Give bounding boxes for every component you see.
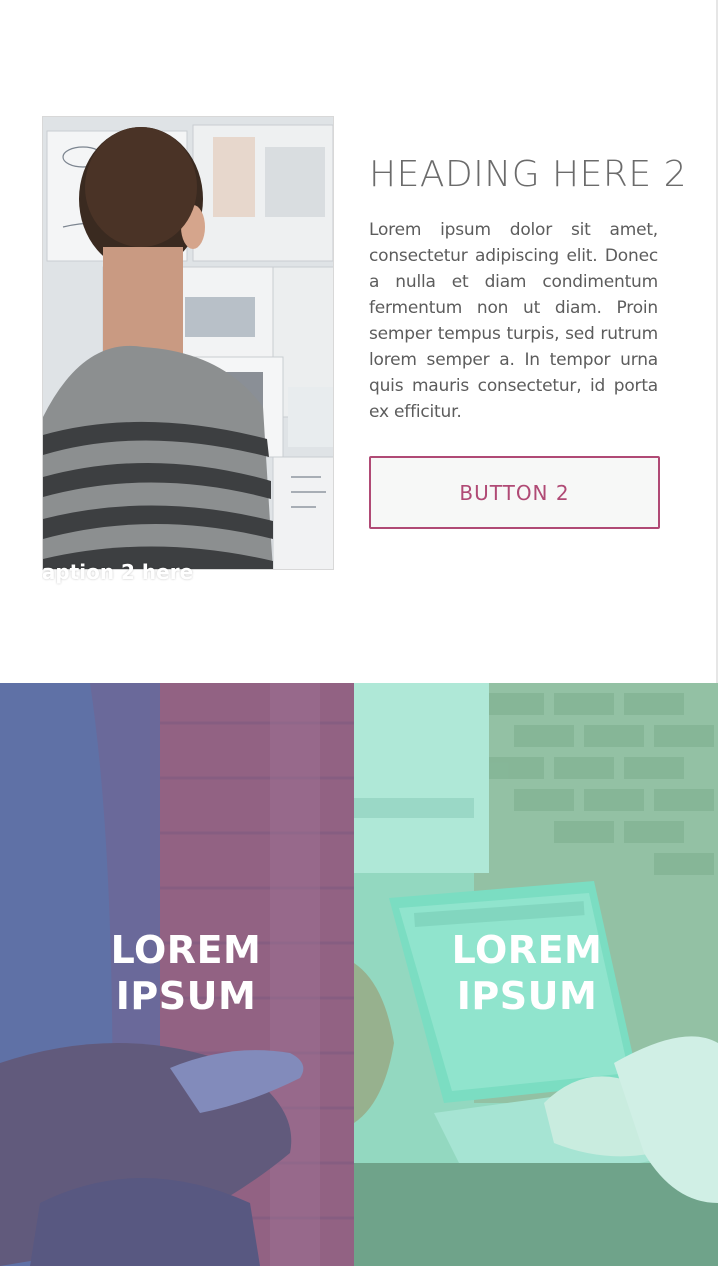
page: caption 2 here HEADING HERE 2 Lorem ipsu… xyxy=(0,0,718,1266)
tile-right-line1: LOREM xyxy=(451,928,603,972)
feature-body-text: Lorem ipsum dolor sit amet, consectetur … xyxy=(369,220,658,422)
tile-left[interactable]: LOREM IPSUM xyxy=(0,683,354,1266)
tile-left-title: LOREM IPSUM xyxy=(18,927,354,1019)
button-2[interactable]: BUTTON 2 xyxy=(369,456,660,529)
caption-clip: caption 2 here xyxy=(42,116,334,586)
feature-heading: HEADING HERE 2 xyxy=(369,154,687,195)
tile-left-line2: IPSUM xyxy=(115,974,257,1018)
tile-right-line2: IPSUM xyxy=(456,974,598,1018)
tile-right-title: LOREM IPSUM xyxy=(354,927,718,1019)
image-caption: caption 2 here xyxy=(42,560,194,584)
tile-right[interactable]: LOREM IPSUM xyxy=(354,683,718,1266)
tile-left-line1: LOREM xyxy=(110,928,262,972)
